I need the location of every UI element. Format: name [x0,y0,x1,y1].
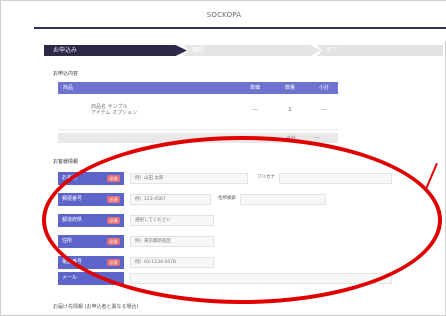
step-confirm-label: 確認 [192,47,205,54]
summary-label: 合計 [286,136,297,142]
address-search-input[interactable] [240,194,326,205]
form-row-email: メール [58,272,393,285]
form-row-name: お名前 必須 フリガナ [58,172,393,185]
name-label-text: お名前 [62,175,78,181]
address-label: 住所 必須 [58,235,124,248]
form-row-phone: 電話番号 必須 [58,256,393,269]
kana-input[interactable] [279,173,392,184]
prefecture-select[interactable] [130,215,214,226]
required-badge: 必須 [107,217,120,224]
prefecture-label: 都道府県 必須 [58,214,124,227]
form-row-postal: 郵便番号 必須 住所検索 [58,193,393,206]
column-product: 商品 [63,85,74,91]
step-complete-label: 完了 [326,47,339,54]
email-label-text: メール [62,275,78,281]
order-summary-bar: 合計 --- [58,133,338,143]
name-label: お名前 必須 [58,172,124,185]
order-row: 商品名 サンプル アイテム オプション --- 1 --- [58,95,338,130]
kana-label: フリガナ [257,175,275,180]
customer-form: お名前 必須 フリガナ 郵便番号 必須 住所検索 都道府県 必須 [58,172,393,285]
prefecture-label-text: 都道府県 [62,217,83,223]
address-input[interactable] [130,236,214,247]
highlight-tail [425,163,438,190]
column-subtotal: 小計 [318,85,329,91]
column-price: 単価 [249,85,260,91]
required-badge: 必須 [107,238,120,245]
order-item-description: 商品名 サンプル アイテム オプション [91,104,221,116]
address-search-button[interactable]: 住所検索 [218,196,236,202]
order-section-title: お申込内容 [53,71,79,77]
required-badge: 必須 [107,259,120,266]
order-item-price: --- [252,107,258,113]
phone-input[interactable] [130,257,214,268]
name-input[interactable] [130,173,248,184]
phone-label: 電話番号 必須 [58,256,124,269]
address-label-text: 住所 [62,238,73,244]
form-row-prefecture: 都道府県 必須 [58,214,393,227]
column-quantity: 数量 [284,85,295,91]
page-frame: SOCKOPA お申込み 確認 完了 お申込内容 商品 単価 数量 小計 商品名… [0,0,446,316]
step-current: お申込み [44,45,187,56]
customer-section-title: お客様情報 [53,159,79,165]
brand-logo[interactable]: SOCKOPA [1,11,446,20]
summary-total: --- [314,135,320,141]
postal-input[interactable] [130,194,211,205]
email-label: メール [58,272,124,285]
step-current-label: お申込み [53,47,78,54]
required-badge: 必須 [107,175,120,182]
order-table-header: 商品 単価 数量 小計 [58,82,338,94]
delivery-section-title: お届け先情報 (お申込者と異なる場合) [53,304,139,310]
step-complete: 完了 [317,45,443,56]
phone-label-text: 電話番号 [62,259,83,265]
postal-label: 郵便番号 必須 [58,193,124,206]
form-row-address: 住所 必須 [58,235,393,248]
postal-label-text: 郵便番号 [62,196,83,202]
order-item-line-2: アイテム オプション [91,110,138,116]
email-input[interactable] [130,273,392,284]
order-item-subtotal: --- [321,107,327,113]
step-confirm: 確認 [183,45,321,56]
order-item-quantity: 1 [288,107,292,113]
page-header: SOCKOPA [1,1,446,41]
required-badge: 必須 [107,196,120,203]
step-progress-bar: お申込み 確認 完了 [44,45,446,56]
header-divider [34,27,446,29]
